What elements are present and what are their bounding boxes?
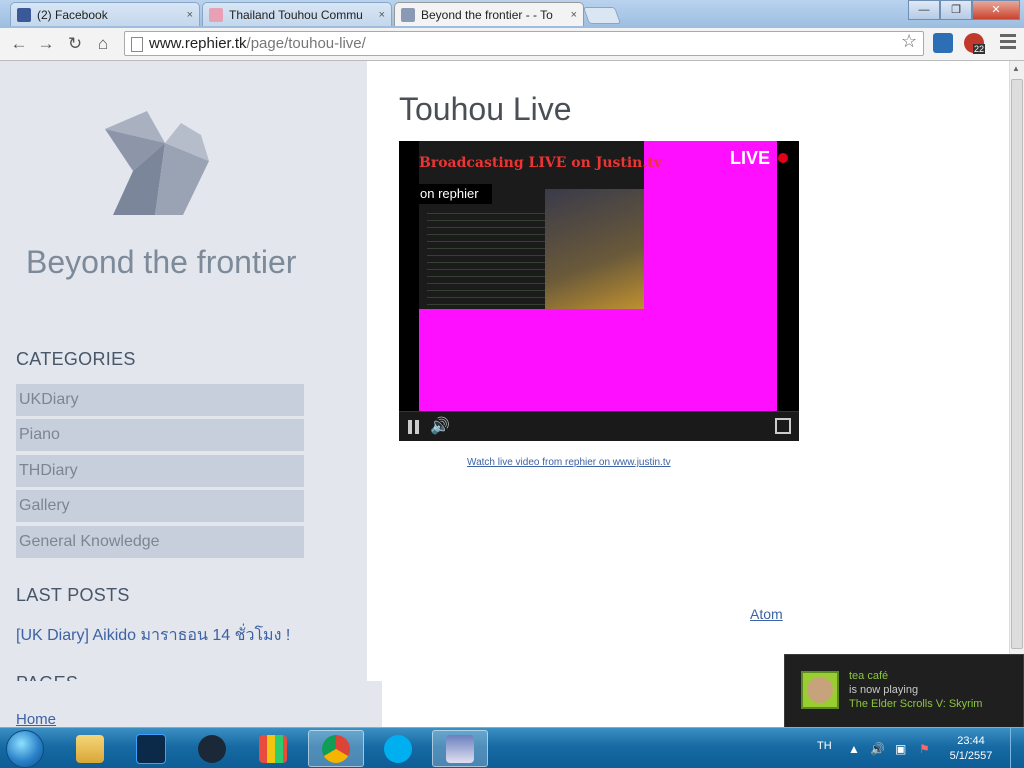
show-desktop-button[interactable] [1010,728,1024,768]
scroll-up-icon[interactable]: ▲ [1012,64,1020,73]
sidebar: Beyond the frontier CATEGORIES UKDiary P… [0,61,367,693]
stream-screen: Broadcasting LIVE on Justin.tv on rephie… [419,141,662,309]
clock-time: 23:44 [957,735,985,747]
browser-titlebar: (2) Facebook × Thailand Touhou Commu × B… [0,0,1024,28]
windows-taskbar: TH ▲ 🔊 ▣ ⚑ 23:44 5/1/2557 [0,727,1024,768]
facebook-icon [17,7,31,22]
browser-toolbar: ← → ↻ ⌂ www.rephier.tk/page/touhou-live/… [0,28,1024,61]
friend-status: is now playing [849,684,919,696]
player-controls: 🔊 [399,411,799,441]
game-app-icon [446,734,474,763]
category-gallery[interactable]: Gallery [16,490,304,522]
steam-icon [198,734,226,763]
channel-text: on rephier [419,184,492,204]
back-arrow-icon[interactable]: ← [8,33,30,55]
categories-heading: CATEGORIES [16,349,136,369]
apps-taskbar-button[interactable] [245,730,301,767]
video-player[interactable]: Broadcasting LIVE on Justin.tv on rephie… [399,141,799,441]
game-name: The Elder Scrolls V: Skyrim [849,698,983,710]
site-favicon-icon [401,7,415,22]
speaker-icon[interactable]: 🔊 [870,742,885,756]
apps-grid-icon [259,734,287,763]
broadcast-text: Broadcasting LIVE on Justin.tv [419,155,662,171]
home-icon[interactable]: ⌂ [92,33,114,55]
game-taskbar-button[interactable] [432,730,488,767]
category-ukdiary[interactable]: UKDiary [16,384,304,416]
last-posts-heading: LAST POSTS [16,585,130,605]
extension-icon[interactable] [933,33,953,53]
reload-icon[interactable]: ↻ [64,33,86,55]
category-thdiary[interactable]: THDiary [16,455,304,487]
new-tab-button[interactable] [582,7,622,24]
chat-log [427,207,545,307]
explorer-taskbar-button[interactable] [62,730,118,767]
steam-taskbar-button[interactable] [184,730,240,767]
address-bar[interactable]: www.rephier.tk/page/touhou-live/ [124,31,924,56]
friend-name: tea café [849,670,889,682]
steam-notification[interactable]: tea café is now playing The Elder Scroll… [784,654,1024,728]
tab-thailand-touhou[interactable]: Thailand Touhou Commu × [202,2,392,26]
fullscreen-icon[interactable] [775,418,791,434]
page-scrollbar[interactable]: ▲ ▼ [1009,61,1024,727]
chrome-menu-icon[interactable] [1000,34,1016,52]
tab-close-icon[interactable]: × [379,9,385,21]
window-controls: — ❐ ✕ [908,0,1020,20]
bookmark-star-icon[interactable]: ☆ [901,31,917,52]
forward-arrow-icon[interactable]: → [35,33,57,55]
watch-live-link[interactable]: Watch live video from rephier on www.jus… [467,457,671,468]
close-window-button[interactable]: ✕ [972,0,1020,20]
tab-beyond-the-frontier[interactable]: Beyond the frontier - - To × [394,2,584,26]
language-indicator[interactable]: TH [817,740,832,752]
tab-close-icon[interactable]: × [187,9,193,21]
clock-date: 5/1/2557 [949,750,993,762]
avatar [801,671,839,709]
category-piano[interactable]: Piano [16,419,304,451]
tab-label: (2) Facebook [37,7,108,22]
chrome-taskbar-button[interactable] [308,730,364,767]
tab-facebook[interactable]: (2) Facebook × [10,2,200,26]
skype-icon [384,734,412,763]
home-page-link[interactable]: Home [16,711,56,728]
live-dot-icon [778,153,788,163]
pause-icon[interactable] [408,420,419,434]
last-post-link[interactable]: [UK Diary] Aikido มาราธอน 14 ชั่วโมง ! [16,623,290,648]
network-icon[interactable]: ▣ [895,742,906,756]
minimize-button[interactable]: — [908,0,940,20]
adblock-icon[interactable]: 22 [964,33,986,54]
folder-icon [76,734,104,763]
photoshop-taskbar-button[interactable] [123,730,179,767]
url-domain: www.rephier.tk [149,35,247,52]
page-title: Touhou Live [399,91,572,127]
live-label: LIVE [730,148,771,168]
extension-badge: 22 [973,44,986,54]
page-icon [131,37,143,52]
web-page: Beyond the frontier CATEGORIES UKDiary P… [0,61,1009,728]
skype-taskbar-button[interactable] [370,730,426,767]
tray-expand-icon[interactable]: ▲ [848,742,860,756]
photoshop-icon [136,733,166,764]
atom-feed-link[interactable]: Atom [750,606,783,622]
url-path: /page/touhou-live/ [246,35,366,52]
scroll-thumb[interactable] [1011,79,1023,649]
category-general-knowledge[interactable]: General Knowledge [16,526,304,558]
volume-icon[interactable]: 🔊 [430,416,450,436]
tab-close-icon[interactable]: × [571,9,577,21]
origami-squirrel-logo-icon [105,111,209,215]
system-clock[interactable]: 23:44 5/1/2557 [946,734,996,764]
game-window [545,189,644,309]
chrome-icon [322,734,350,763]
tab-label: Beyond the frontier - - To [421,7,553,22]
touhou-favicon-icon [209,7,223,22]
tab-label: Thailand Touhou Commu [229,7,363,22]
maximize-button[interactable]: ❐ [940,0,972,20]
site-title[interactable]: Beyond the frontier [26,244,296,281]
action-center-icon[interactable]: ⚑ [919,742,930,756]
start-button[interactable] [6,730,44,768]
sidebar-lower [0,681,382,727]
